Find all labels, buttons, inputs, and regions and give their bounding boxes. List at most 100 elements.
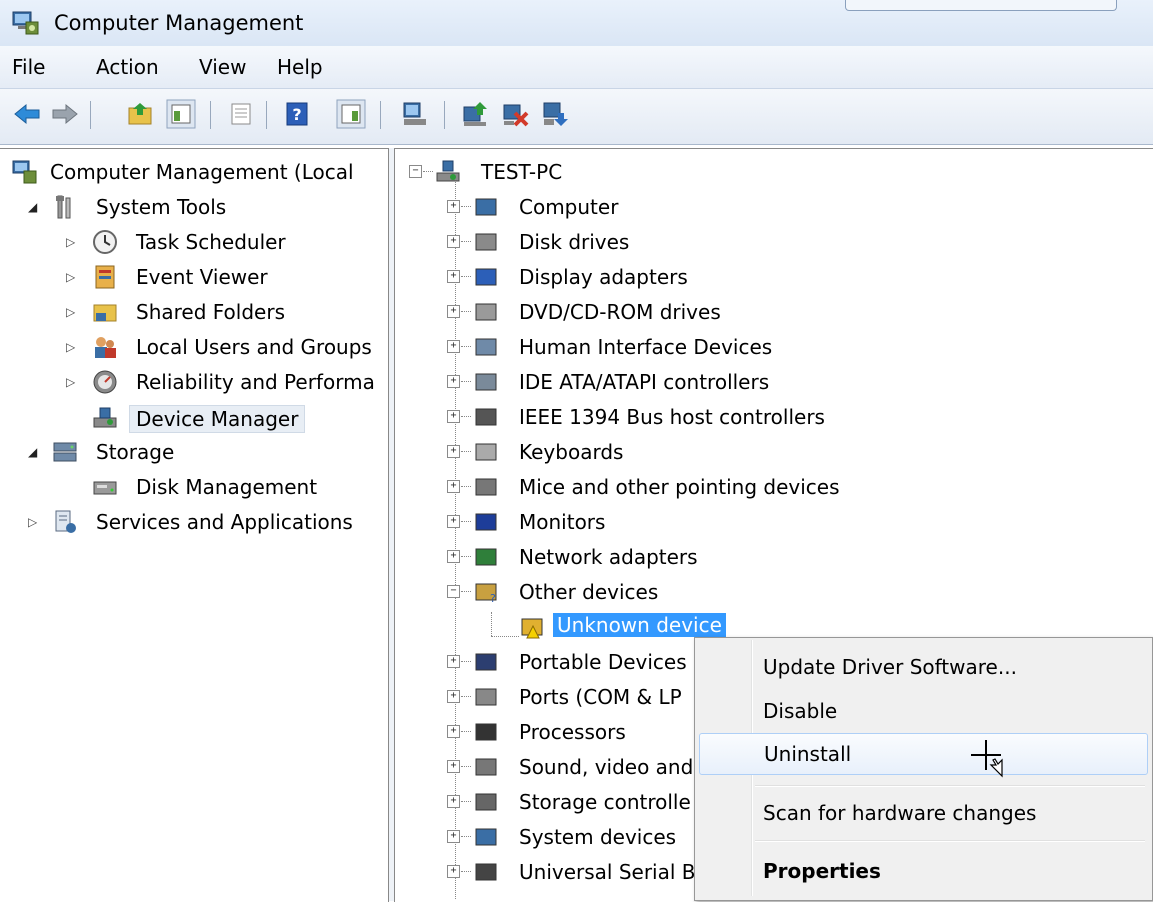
device-category-node[interactable]: + DVD/CD-ROM drives	[447, 297, 1047, 327]
toolbar-separator	[90, 101, 91, 129]
tree-connector	[461, 871, 471, 872]
toolbar-separator	[210, 101, 211, 129]
device-category-node[interactable]: + IDE ATA/ATAPI controllers	[447, 367, 1047, 397]
collapse-arrow-icon[interactable]: ◢	[28, 200, 37, 214]
expand-box-icon[interactable]: +	[447, 655, 460, 668]
menu-item-scan-hardware[interactable]: Scan for hardware changes	[699, 792, 1146, 832]
menu-file[interactable]: File	[12, 55, 45, 79]
collapse-arrow-icon[interactable]: ◢	[28, 445, 37, 459]
device-category-node[interactable]: + Human Interface Devices	[447, 332, 1047, 362]
tree-node-task-scheduler[interactable]: ▷ Task Scheduler	[66, 227, 386, 257]
expand-box-icon[interactable]: +	[447, 515, 460, 528]
tree-label: Local Users and Groups	[136, 335, 372, 359]
hid-icon	[475, 338, 497, 356]
title-bar-decoration	[845, 0, 1117, 11]
tree-label: Disk Management	[136, 475, 318, 499]
expand-box-icon[interactable]: +	[447, 760, 460, 773]
expand-arrow-icon[interactable]: ▷	[66, 375, 75, 389]
tree-node-services-applications[interactable]: ▷ Services and Applications	[28, 507, 384, 537]
expand-box-icon[interactable]: +	[447, 690, 460, 703]
menu-item-disable[interactable]: Disable	[699, 690, 1146, 730]
expand-arrow-icon[interactable]: ▷	[66, 305, 75, 319]
device-category-node[interactable]: + Disk drives	[447, 227, 1047, 257]
device-category-node[interactable]: + Keyboards	[447, 437, 1047, 467]
device-category-node[interactable]: + Display adapters	[447, 262, 1047, 292]
expand-arrow-icon[interactable]: ▷	[28, 515, 37, 529]
svg-text:?: ?	[490, 592, 496, 605]
expand-box-icon[interactable]: +	[447, 480, 460, 493]
device-category-node[interactable]: + Monitors	[447, 507, 1047, 537]
device-category-node[interactable]: + IEEE 1394 Bus host controllers	[447, 402, 1047, 432]
tree-node-system-tools[interactable]: ◢ System Tools	[28, 192, 378, 222]
show-hide-action-pane-icon[interactable]	[336, 99, 366, 129]
tree-node-storage[interactable]: ◢ Storage	[28, 437, 378, 467]
device-category-node[interactable]: + Network adapters	[447, 542, 1047, 572]
back-arrow-icon[interactable]	[12, 99, 42, 129]
device-tree-root[interactable]: − TEST-PC	[409, 157, 709, 187]
uninstall-device-icon[interactable]	[540, 99, 570, 129]
update-driver-icon[interactable]	[460, 99, 490, 129]
menu-item-label: Uninstall	[764, 742, 852, 766]
tree-node-disk-management[interactable]: Disk Management	[92, 472, 382, 502]
expand-box-icon[interactable]: +	[447, 550, 460, 563]
device-category-node[interactable]: + Mice and other pointing devices	[447, 472, 1047, 502]
expand-box-icon[interactable]: +	[447, 305, 460, 318]
expand-box-icon[interactable]: +	[447, 445, 460, 458]
properties-icon[interactable]	[226, 99, 256, 129]
tree-node-event-viewer[interactable]: ▷ Event Viewer	[66, 262, 386, 292]
expand-box-icon[interactable]: +	[447, 865, 460, 878]
show-hide-tree-icon[interactable]	[166, 99, 196, 129]
tree-node-reliability-performance[interactable]: ▷ Reliability and Performa	[66, 367, 386, 397]
expand-box-icon[interactable]: +	[447, 235, 460, 248]
device-scan-icon[interactable]	[400, 99, 430, 129]
menu-action[interactable]: Action	[96, 55, 159, 79]
expand-box-icon[interactable]: +	[447, 375, 460, 388]
help-icon[interactable]: ?	[282, 99, 312, 129]
tree-label: Shared Folders	[136, 300, 285, 324]
tree-node-device-manager[interactable]: Device Manager	[92, 402, 332, 433]
collapse-box-icon[interactable]: −	[447, 585, 460, 598]
tree-label: Storage	[96, 440, 175, 464]
expand-arrow-icon[interactable]: ▷	[66, 270, 75, 284]
menu-help[interactable]: Help	[277, 55, 323, 79]
menu-separator	[755, 840, 1145, 842]
device-category-node[interactable]: + Computer	[447, 192, 1047, 222]
tree-connector	[461, 556, 471, 557]
expand-box-icon[interactable]: +	[447, 830, 460, 843]
tree-node-shared-folders[interactable]: ▷ Shared Folders	[66, 297, 386, 327]
collapse-box-icon[interactable]: −	[409, 165, 422, 178]
usb-icon	[475, 863, 497, 881]
tree-node-local-users-groups[interactable]: ▷ Local Users and Groups	[66, 332, 386, 362]
tools-icon	[56, 195, 71, 219]
up-folder-icon[interactable]	[126, 99, 156, 129]
forward-arrow-icon[interactable]	[50, 99, 80, 129]
menu-item-update-driver[interactable]: Update Driver Software...	[699, 646, 1146, 686]
tree-label: System Tools	[96, 195, 227, 219]
menu-view[interactable]: View	[199, 55, 246, 79]
tree-label: Event Viewer	[136, 265, 268, 289]
tree-connector	[461, 591, 471, 592]
expand-box-icon[interactable]: +	[447, 725, 460, 738]
expand-box-icon[interactable]: +	[447, 340, 460, 353]
computer-network-icon	[436, 160, 460, 182]
device-category-label: Processors	[519, 720, 626, 744]
expand-box-icon[interactable]: +	[447, 795, 460, 808]
tree-node-computer-management[interactable]: Computer Management (Local	[12, 157, 382, 187]
expand-box-icon[interactable]: +	[447, 270, 460, 283]
device-category-label: Ports (COM & LP	[519, 685, 682, 709]
menu-item-properties[interactable]: Properties	[699, 850, 1146, 890]
computer-management-icon	[12, 11, 39, 35]
disable-device-icon[interactable]	[500, 99, 530, 129]
device-category-label: Universal Serial B	[519, 860, 696, 884]
menu-item-uninstall[interactable]: Uninstall	[699, 733, 1148, 775]
expand-box-icon[interactable]: +	[447, 200, 460, 213]
expand-arrow-icon[interactable]: ▷	[66, 235, 75, 249]
dvd-drive-icon	[475, 303, 497, 321]
device-category-node[interactable]: −? Other devices	[447, 577, 1047, 607]
users-icon	[95, 337, 116, 358]
expand-box-icon[interactable]: +	[447, 410, 460, 423]
network-adapter-icon	[475, 548, 497, 566]
expand-arrow-icon[interactable]: ▷	[66, 340, 75, 354]
menu-item-label: Scan for hardware changes	[763, 801, 1037, 825]
ide-controller-icon	[475, 373, 497, 391]
